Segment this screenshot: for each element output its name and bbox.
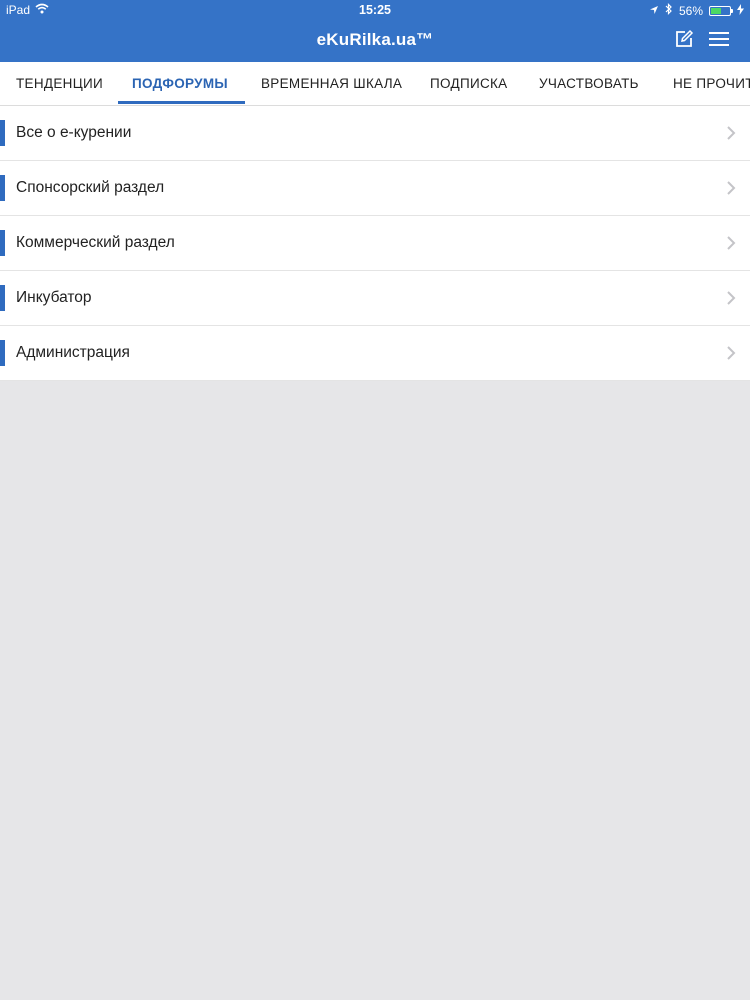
menu-icon	[709, 31, 729, 52]
chevron-right-icon	[726, 180, 736, 196]
list-item-label: Инкубатор	[16, 289, 92, 306]
compose-button[interactable]	[671, 29, 697, 53]
chevron-right-icon	[726, 290, 736, 306]
compose-icon	[674, 29, 694, 54]
list-item[interactable]: Коммерческий раздел	[0, 216, 750, 271]
tab-unread[interactable]: НЕ ПРОЧИТ	[673, 62, 750, 105]
subforum-list: Все о е-курении Спонсорский раздел Комме…	[0, 106, 750, 381]
active-tab-indicator	[118, 101, 245, 104]
row-marker	[0, 230, 5, 256]
tab-timeline[interactable]: ВРЕМЕННАЯ ШКАЛА	[261, 62, 402, 105]
app-title: eKuRilka.ua™	[316, 30, 434, 49]
list-item-label: Администрация	[16, 344, 130, 361]
list-item[interactable]: Спонсорский раздел	[0, 161, 750, 216]
row-marker	[0, 120, 5, 146]
battery-fill	[711, 7, 722, 14]
battery-percent: 56%	[678, 3, 703, 18]
chevron-right-icon	[726, 345, 736, 361]
list-item-label: Все о е-курении	[16, 124, 132, 141]
row-marker	[0, 175, 5, 201]
list-item[interactable]: Все о е-курении	[0, 106, 750, 161]
status-bar: iPad 15:25 56%	[0, 0, 750, 22]
tab-bar: ТЕНДЕНЦИИ ПОДФОРУМЫ ВРЕМЕННАЯ ШКАЛА ПОДП…	[0, 62, 750, 106]
list-item[interactable]: Инкубатор	[0, 271, 750, 326]
list-item-label: Спонсорский раздел	[16, 179, 165, 196]
status-time: 15:25	[359, 3, 391, 17]
chevron-right-icon	[726, 125, 736, 141]
row-marker	[0, 340, 5, 366]
chevron-right-icon	[726, 235, 736, 251]
tab-subscription[interactable]: ПОДПИСКА	[430, 62, 507, 105]
location-arrow-icon	[649, 4, 659, 18]
battery-icon	[709, 5, 733, 16]
list-item-label: Коммерческий раздел	[16, 234, 175, 251]
bluetooth-icon	[665, 3, 673, 18]
menu-button[interactable]	[706, 29, 732, 53]
charging-icon	[737, 3, 744, 18]
list-item[interactable]: Администрация	[0, 326, 750, 381]
tab-subforums[interactable]: ПОДФОРУМЫ	[132, 62, 228, 105]
row-marker	[0, 285, 5, 311]
tab-trends[interactable]: ТЕНДЕНЦИИ	[16, 62, 103, 105]
top-bar: iPad 15:25 56% eKuRilka.ua™	[0, 0, 750, 62]
tab-participate[interactable]: УЧАСТВОВАТЬ	[539, 62, 639, 105]
